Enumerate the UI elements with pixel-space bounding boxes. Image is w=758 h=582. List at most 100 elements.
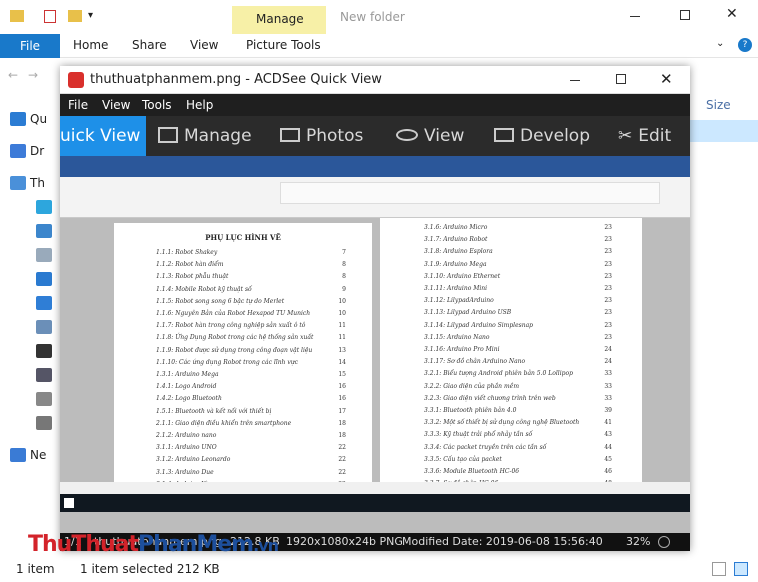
info-icon[interactable]: [658, 536, 670, 548]
figure-entry-page: 24: [604, 346, 612, 353]
figure-entry-title: 3.3.6: Module Bluetooth HC-06: [424, 468, 520, 475]
properties-icon[interactable]: [44, 10, 56, 23]
figure-entry: 1.1.4: Mobile Robot kỹ thuật số 9: [156, 286, 346, 298]
acdsee-menubar: File View Tools Help: [60, 94, 690, 116]
figure-entry: 1.1.2: Robot hàn điểm 8: [156, 261, 346, 273]
acdsee-app-icon: [68, 72, 84, 88]
image-canvas[interactable]: PHỤ LỤC HÌNH VẼ 1.1.1: Robot Shakey 7 1.1.…: [60, 156, 690, 533]
details-view-icon[interactable]: [712, 562, 726, 576]
menu-view[interactable]: View: [102, 98, 130, 112]
figure-entry: 1.1.8: Ứng Dụng Robot trong các hệ thống…: [156, 334, 346, 346]
figure-entry-title: 3.1.15: Arduino Nano: [424, 333, 490, 341]
figure-entry-page: 10: [338, 297, 346, 305]
mode-view[interactable]: View: [396, 116, 464, 156]
window-title: New folder: [340, 10, 405, 24]
word-ribbon: [60, 168, 690, 218]
figure-entry-title: 3.1.7: Arduino Robot: [424, 236, 488, 244]
watermark-part2: Thuat: [71, 532, 139, 557]
explorer-statusbar: 1 item 1 item selected 212 KB: [0, 558, 758, 582]
word-ribbon-tabs: [60, 168, 690, 177]
expand-ribbon-icon[interactable]: ⌄: [716, 38, 724, 49]
figure-entry: 2.1.2: Arduino nano 18: [156, 432, 346, 444]
figure-entry-title: 3.1.1: Arduino UNO: [156, 444, 217, 452]
figure-entry-page: 45: [604, 455, 612, 463]
large-icons-view-icon[interactable]: [734, 562, 748, 576]
desktop-icon: [36, 224, 52, 238]
mode-develop-label: Develop: [520, 126, 590, 146]
mode-edit[interactable]: ✂ Edit: [618, 116, 671, 156]
figure-entry-page: 23: [604, 333, 612, 341]
local-disk-icon: [36, 392, 52, 406]
sidebar-item-network[interactable]: Ne: [30, 448, 60, 466]
figure-entry-page: 8: [342, 261, 346, 269]
mode-manage[interactable]: Manage: [158, 116, 252, 156]
acdsee-window: thuthuatphanmem.png - ACDSee Quick View …: [60, 66, 690, 551]
tab-file[interactable]: File: [0, 34, 60, 58]
figure-entry-title: 1.1.7: Robot hàn trong công nghiệp sản x…: [156, 322, 306, 330]
network-icon: [10, 448, 26, 462]
word-styles-gallery: [280, 182, 660, 204]
new-folder-icon[interactable]: [68, 10, 82, 22]
acdsee-titlebar: thuthuatphanmem.png - ACDSee Quick View …: [60, 66, 690, 94]
tab-home[interactable]: Home: [73, 38, 108, 52]
tab-share[interactable]: Share: [132, 38, 167, 52]
figure-entry-title: 3.1.6: Arduino Micro: [424, 224, 488, 231]
menu-help[interactable]: Help: [186, 98, 213, 112]
quick-access-icon: [10, 112, 26, 126]
figure-entry: 3.3.6: Module Bluetooth HC-06 46: [424, 468, 612, 480]
figure-entry: 3.1.16: Arduino Pro Mini 24: [424, 346, 612, 358]
acdsee-maximize-icon[interactable]: [616, 74, 626, 84]
sidebar-item-quick-access[interactable]: Qu: [30, 112, 60, 130]
figure-entry: 1.1.1: Robot Shakey 7: [156, 249, 346, 261]
figure-entry-page: 23: [604, 297, 612, 305]
word-statusbar: [60, 482, 690, 494]
selected-row-highlight[interactable]: [690, 120, 758, 142]
mode-develop[interactable]: Develop: [494, 116, 590, 156]
figure-entry-page: 9: [342, 285, 346, 293]
forward-icon[interactable]: →: [28, 68, 38, 82]
tab-picture-tools[interactable]: Picture Tools: [246, 38, 321, 52]
figure-entry: 3.1.12: LilypadArduino 23: [424, 297, 612, 309]
close-icon[interactable]: ✕: [726, 6, 738, 22]
figure-entry: 3.1.8: Arduino Esplora 23: [424, 248, 612, 260]
videos-icon: [36, 368, 52, 382]
figure-entry-title: 3.1.9: Arduino Mega: [424, 260, 487, 268]
figure-entry-page: 24: [604, 358, 612, 366]
acdsee-minimize-icon[interactable]: [570, 80, 580, 81]
dropbox-icon: [10, 144, 26, 158]
menu-tools[interactable]: Tools: [142, 98, 172, 112]
column-header-size[interactable]: Size: [706, 98, 731, 112]
figure-entry-title: 3.1.17: Sơ đồ chân Arduino Nano: [424, 358, 526, 366]
figure-entry: 1.1.10: Các ứng dụng Robot trong các lĩn…: [156, 359, 346, 371]
figure-entry-page: 10: [338, 310, 346, 317]
acdsee-close-icon[interactable]: ✕: [660, 70, 673, 88]
sidebar-item-dropbox[interactable]: Dr: [30, 144, 60, 162]
mode-photos[interactable]: Photos: [280, 116, 363, 156]
figure-entry: 3.1.6: Arduino Micro 23: [424, 224, 612, 236]
back-icon[interactable]: ←: [8, 68, 18, 82]
figure-entry-page: 7: [342, 249, 346, 256]
sidebar-item-this-pc[interactable]: Th: [30, 176, 60, 194]
figure-entry-page: 18: [338, 432, 346, 439]
figure-entry-page: 16: [338, 395, 346, 403]
menu-file[interactable]: File: [68, 98, 88, 112]
tab-view[interactable]: View: [190, 38, 218, 52]
figure-entry-page: 22: [338, 444, 346, 452]
figure-entry-title: 1.1.6: Nguyên Bản của Robot Hexapod TU M…: [156, 310, 311, 317]
figure-entry-title: 1.1.3: Robot phẫu thuật: [156, 273, 229, 281]
figure-entry-title: 3.1.14: Lilypad Arduino Simplesnap: [424, 321, 533, 329]
figure-entry: 3.1.1: Arduino UNO 22: [156, 444, 346, 456]
figure-entry: 3.1.10: Arduino Ethernet 23: [424, 273, 612, 285]
maximize-icon[interactable]: [680, 10, 690, 20]
3d-objects-icon: [36, 200, 52, 214]
quick-access-dropdown-icon[interactable]: ▾: [88, 10, 93, 21]
figure-entry: 3.3.5: Cấu tạo của packet 45: [424, 456, 612, 468]
help-icon[interactable]: ?: [738, 38, 752, 52]
figure-entry: 3.1.17: Sơ đồ chân Arduino Nano 24: [424, 358, 612, 370]
figure-entry: 3.3.3: Kỹ thuật trải phổ nhảy tần số 43: [424, 431, 612, 443]
figure-entry-title: 2.1.1: Giao diện điều khiển trên smartph…: [156, 419, 292, 427]
figure-entry-title: 1.4.1: Logo Android: [156, 383, 217, 391]
minimize-icon[interactable]: [630, 16, 640, 17]
mode-quick-view[interactable]: uick View: [60, 116, 146, 156]
figure-entry-page: 23: [604, 272, 612, 280]
